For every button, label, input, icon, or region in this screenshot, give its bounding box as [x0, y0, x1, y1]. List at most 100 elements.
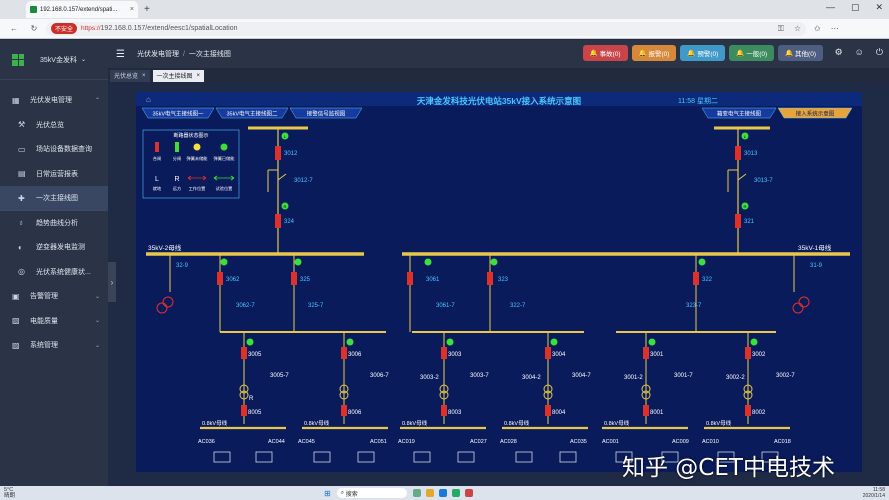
station-name: 35kV金发科	[40, 56, 77, 64]
breaker-3062[interactable]	[217, 272, 223, 285]
maximize-icon[interactable]: ▢	[851, 2, 860, 13]
svg-text:AC027: AC027	[470, 439, 487, 445]
sidebar-item-pv-health[interactable]: ◎ 光伏系统健康状...	[0, 260, 108, 285]
chevron-up-icon: ⌃	[94, 97, 100, 104]
warning-button[interactable]: 🔔 预警(0)	[680, 45, 726, 61]
file-explorer-icon[interactable]	[425, 489, 434, 497]
svg-text:322: 322	[702, 277, 713, 283]
svg-text:AC001: AC001	[602, 439, 619, 445]
breaker-3012[interactable]	[275, 146, 281, 160]
svg-text:0.8kV母线: 0.8kV母线	[504, 419, 530, 427]
nav-button-grid-access[interactable]: 接入系统示意图	[777, 107, 853, 119]
breaker-322[interactable]	[693, 272, 699, 285]
monitor-icon: ▭	[18, 144, 26, 154]
tab-pv-overview[interactable]: 光伏总览 ×	[110, 69, 150, 82]
sidebar-item-system-management[interactable]: ▨ 系统管理 ⌄	[0, 333, 108, 358]
nav-button-box-transformer[interactable]: 箱变电气主接线图	[701, 107, 777, 119]
station-selector[interactable]: 35kV金发科 ⌄	[0, 40, 108, 80]
close-icon[interactable]: ×	[197, 73, 201, 79]
app-icon[interactable]	[451, 489, 460, 497]
edge-browser-icon[interactable]	[438, 489, 447, 497]
breaker-3061[interactable]	[407, 272, 413, 285]
settings-gear-icon[interactable]: ⚙	[835, 47, 843, 58]
chevron-down-icon: ⌄	[94, 293, 100, 300]
url-field[interactable]: 不安全 https:// 192.168.0.157/extend/eesc1/…	[46, 21, 806, 36]
svg-text:3002-2: 3002-2	[726, 375, 745, 381]
key-icon[interactable]: ⚿	[778, 24, 784, 34]
single-line-diagram: ⌂ 天津金发科技光伏电站35kV接入系统示意图 11:58 星期二 35kV电气…	[136, 92, 862, 472]
minimize-icon[interactable]: —	[826, 2, 835, 13]
taskview-icon[interactable]	[412, 489, 421, 497]
sidebar-item-inverter-monitor[interactable]: ◐ 逆变器发电监测	[0, 235, 108, 260]
insecure-badge[interactable]: 不安全	[51, 23, 78, 34]
svg-text:3005: 3005	[248, 352, 262, 358]
sidebar-item-main-wiring[interactable]: ✚ 一次主接线图	[0, 186, 108, 211]
svg-text:AC009: AC009	[672, 439, 689, 445]
svg-text:就地: 就地	[153, 185, 162, 192]
svg-text:0.8kV母线: 0.8kV母线	[202, 419, 228, 427]
breaker-legend: 断路器状态图示 合闸 分闸 弹簧未储能 弹簧已储能 L R 就地 远方 工作位置…	[142, 129, 240, 199]
taskbar-search[interactable]: ⌕ 搜索	[336, 488, 407, 498]
nav-button-alarm-signals[interactable]: 接警信号监视图	[289, 107, 363, 119]
sidebar-item-pv-overview[interactable]: ⚒ 光伏总览	[0, 113, 108, 138]
sidebar-item-pv-management[interactable]: ▦ 光伏发电管理 ⌃	[0, 88, 108, 113]
diagram-title: 天津金发科技光伏电站35kV接入系统示意图	[417, 96, 581, 106]
sidebar-item-device-query[interactable]: ▭ 场站设备数据查询	[0, 137, 108, 162]
nav-button-main-2[interactable]: 35kV电气主接线图二	[215, 107, 289, 119]
app-icon[interactable]	[464, 489, 473, 497]
sidebar-item-alarm-management[interactable]: ▣ 告警管理 ⌄	[0, 284, 108, 309]
system-clock[interactable]: 11:58 2020/1/14	[863, 487, 885, 499]
other-alarm-button[interactable]: 🔔 其他(0)	[778, 45, 823, 61]
pt-transformer-icon	[156, 302, 168, 314]
logout-icon[interactable]: ⏻	[876, 47, 883, 58]
svg-text:323-7: 323-7	[686, 303, 702, 309]
accident-alarm-button[interactable]: 🔔 事故(0)	[582, 45, 628, 61]
bookmark-star-icon[interactable]: ☆	[794, 24, 801, 34]
svg-text:0.8kV母线: 0.8kV母线	[706, 419, 732, 427]
home-icon[interactable]: ⌂	[146, 95, 151, 104]
svg-text:3061: 3061	[426, 277, 440, 283]
svg-text:3013: 3013	[744, 151, 758, 157]
svg-text:R: R	[174, 176, 179, 183]
svg-text:L: L	[155, 176, 159, 183]
nav-button-main-1[interactable]: 35kV电气主接线图一	[141, 107, 215, 119]
svg-text:0.8kV母线: 0.8kV母线	[304, 419, 330, 427]
unit-3004: 3004 3004-2 3004-7 8004	[522, 332, 591, 424]
breadcrumb-current: 一次主接线图	[188, 51, 231, 58]
svg-text:3005-7: 3005-7	[270, 373, 289, 379]
weather-widget[interactable]: 5°C 晴朗	[4, 487, 44, 499]
close-icon[interactable]: ×	[142, 73, 146, 79]
favorites-icon[interactable]: ✩	[814, 24, 821, 33]
diagram-time: 11:58 星期二	[678, 97, 718, 105]
more-menu-icon[interactable]: ⋯	[831, 24, 839, 33]
svg-text:3001: 3001	[650, 352, 664, 358]
sidebar-item-daily-report[interactable]: ▤ 日常运营报表	[0, 162, 108, 187]
tools-icon: ⚒	[18, 120, 26, 130]
svg-text:35kV电气主接线图二: 35kV电气主接线图二	[226, 110, 278, 118]
sidebar-item-power-quality[interactable]: ▧ 电能质量 ⌄	[0, 309, 108, 334]
tab-main-wiring[interactable]: 一次主接线图 ×	[152, 69, 205, 82]
refresh-icon[interactable]: ↻	[28, 24, 40, 33]
back-icon[interactable]: ←	[8, 24, 20, 33]
close-window-icon[interactable]: ✕	[875, 2, 883, 13]
alarm-button[interactable]: 🔔 报警(0)	[631, 45, 677, 61]
close-tab-icon[interactable]: ×	[130, 6, 134, 13]
breaker-321[interactable]	[735, 214, 741, 228]
sidebar-item-trend-analysis[interactable]: ♁ 趋势曲线分析	[0, 211, 108, 236]
svg-text:AC018: AC018	[774, 439, 791, 445]
breaker-323[interactable]	[487, 272, 493, 285]
breadcrumb-item[interactable]: 光伏发电管理	[137, 49, 179, 59]
sidebar-collapse-handle[interactable]: ›	[108, 262, 116, 302]
new-tab-button[interactable]: +	[144, 4, 150, 15]
breaker-3013[interactable]	[735, 146, 741, 160]
browser-tab[interactable]: 192.168.0.157/extend/spati... ×	[26, 1, 138, 18]
windows-start-icon[interactable]: ⊞	[324, 489, 331, 498]
svg-text:0.8kV母线: 0.8kV母线	[402, 419, 428, 427]
inverter-icon: ◐	[18, 242, 23, 252]
user-icon[interactable]: ☺	[855, 47, 864, 58]
breaker-324[interactable]	[275, 214, 281, 228]
menu-toggle-icon[interactable]: ☰	[116, 49, 125, 60]
general-alarm-button[interactable]: 🔔 一般(0)	[729, 45, 775, 61]
breaker-325[interactable]	[291, 272, 297, 285]
svg-text:8006: 8006	[348, 410, 362, 416]
